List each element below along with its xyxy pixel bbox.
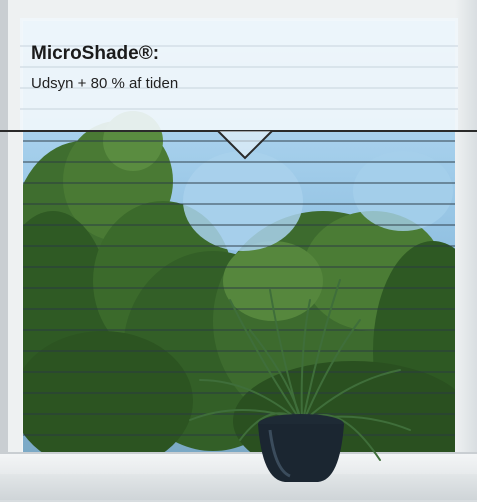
plant-pot — [258, 414, 344, 482]
window-photo: MicroShade®: Udsyn + 80 % af tiden — [0, 0, 477, 502]
potted-plant — [189, 279, 411, 482]
